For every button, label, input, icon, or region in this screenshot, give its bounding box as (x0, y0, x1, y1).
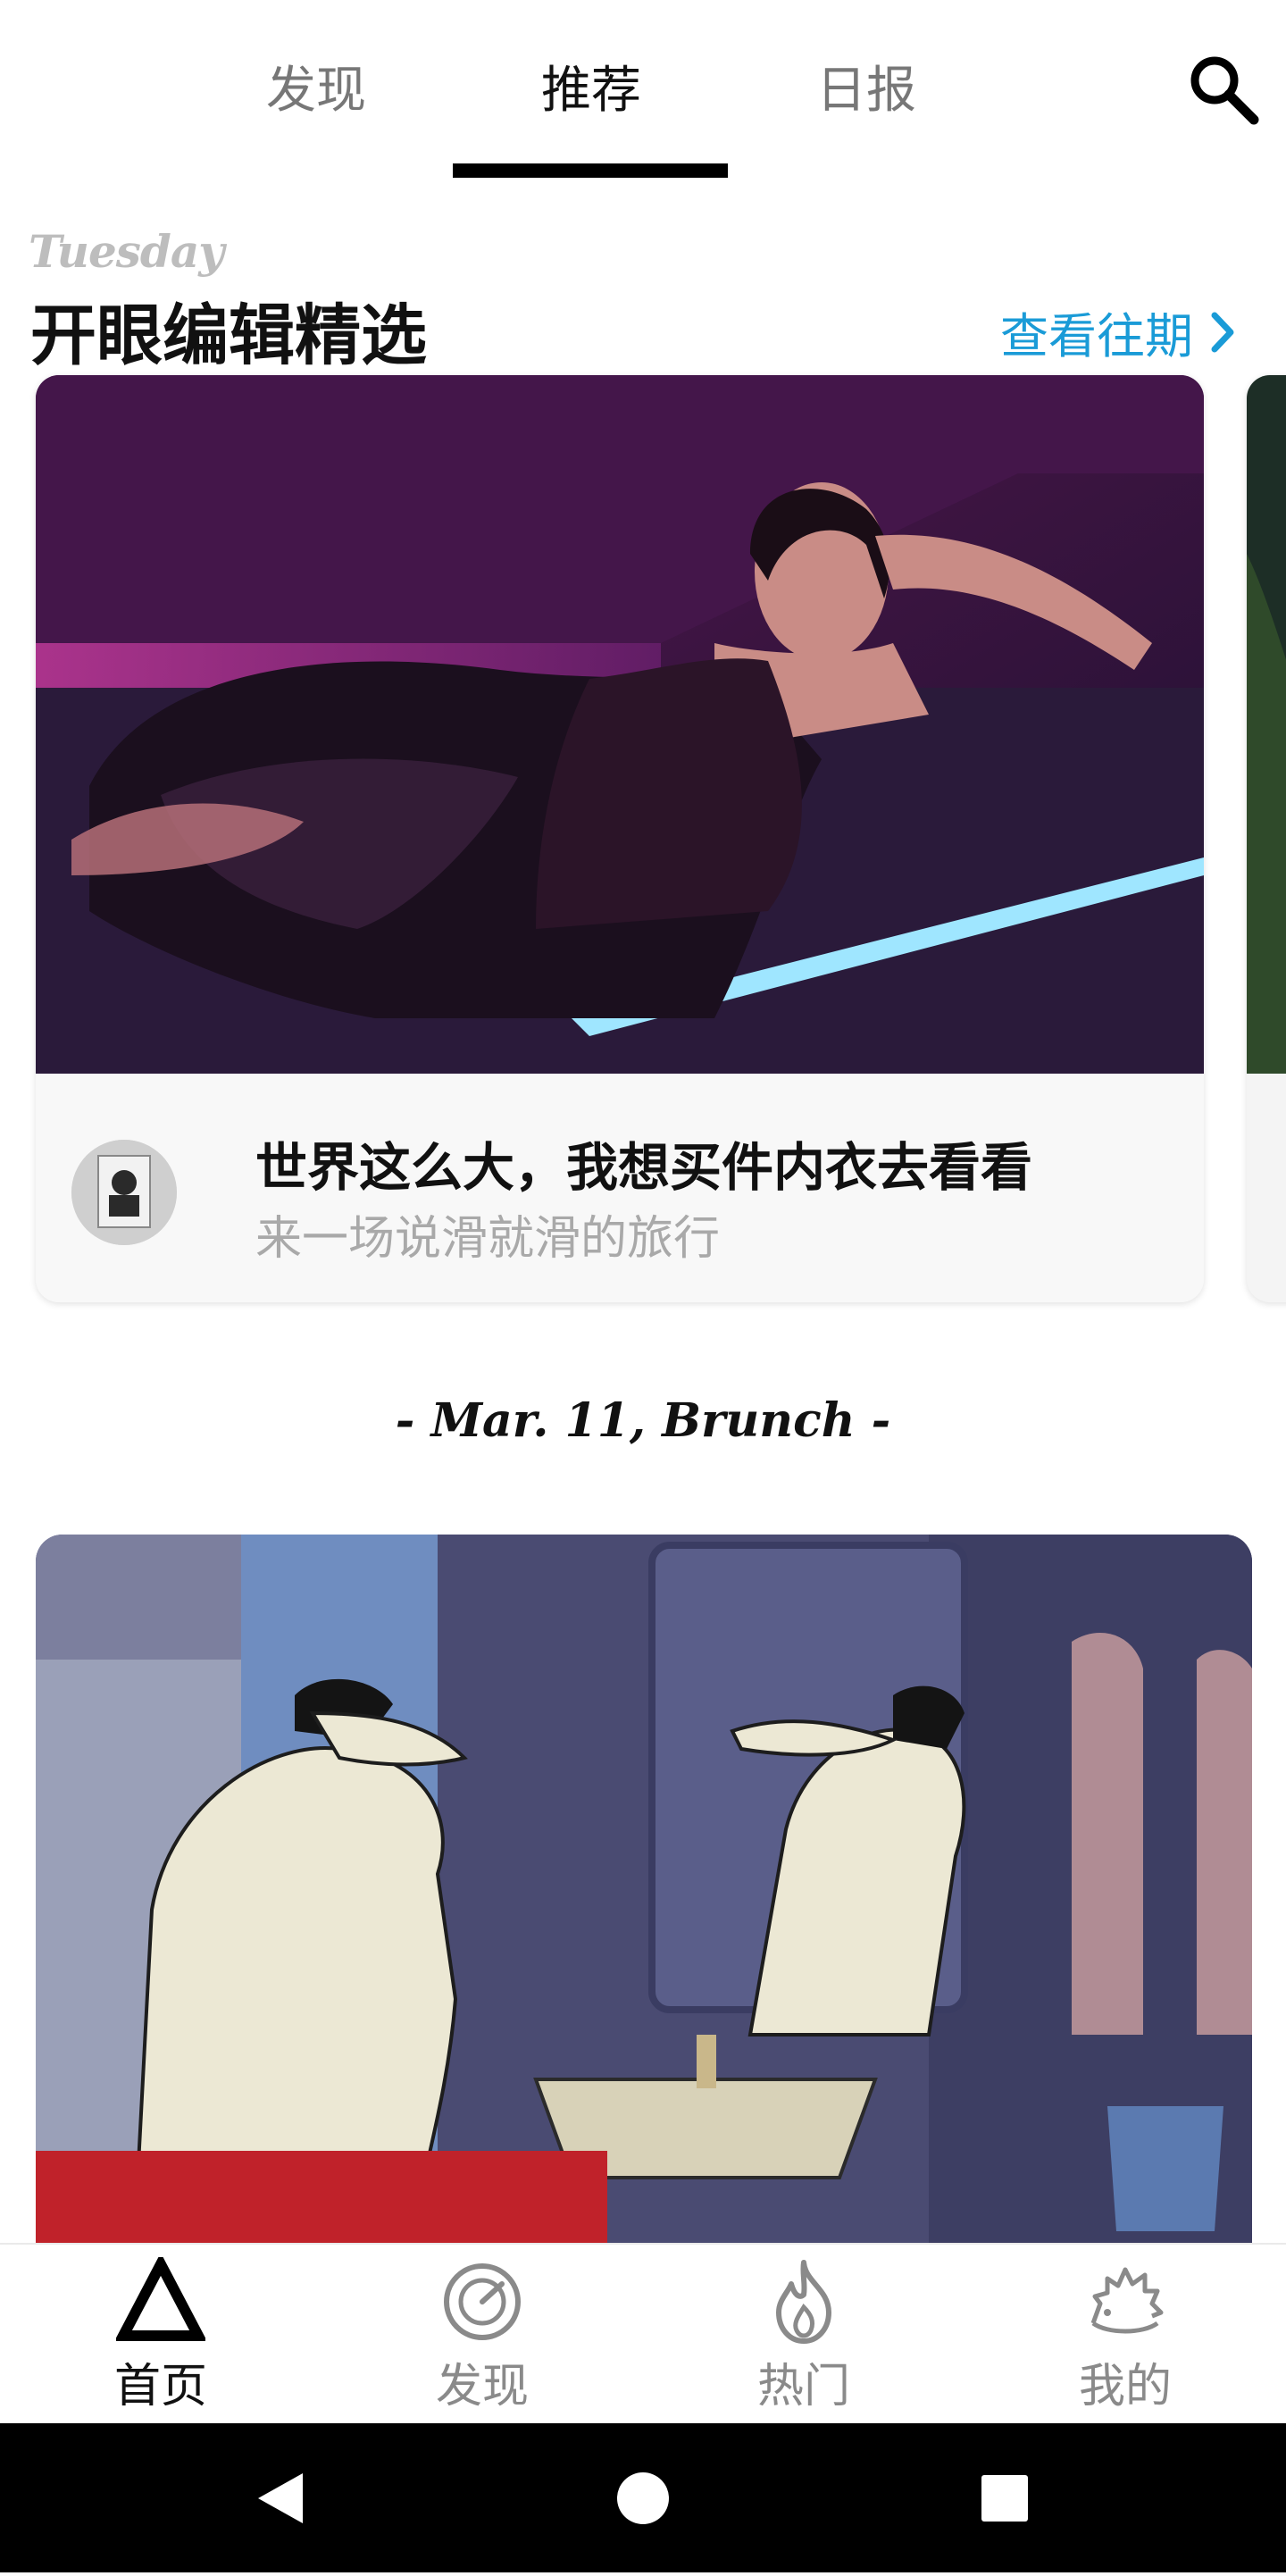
animated-video-thumbnail (36, 1535, 1252, 2249)
nav-home[interactable]: 首页 (54, 2245, 268, 2425)
next-card-thumbnail (1247, 375, 1286, 1074)
weekday-label: Tuesday (29, 225, 224, 278)
section-title: 开眼编辑精选 (30, 297, 427, 374)
video-title: 世界这么大，我想买件内衣去看看 (255, 1137, 1033, 1198)
video-subtitle: 来一场说滑就滑的旅行 (255, 1212, 721, 1266)
flame-icon (776, 2260, 831, 2344)
nav-mine[interactable]: 我的 (1018, 2245, 1232, 2425)
tab-discover[interactable]: 发现 (227, 55, 405, 127)
active-tab-indicator (453, 163, 728, 178)
system-navigation-bar (0, 2423, 1286, 2572)
nav-discover-label: 发现 (435, 2360, 529, 2413)
nav-mine-label: 我的 (1078, 2360, 1172, 2413)
nav-discover[interactable]: 发现 (375, 2245, 589, 2425)
recents-square-icon[interactable] (933, 2423, 1076, 2572)
card-info-panel: 世界这么大，我想买件内衣去看看 来一场说滑就滑的旅行 (36, 1074, 1204, 1302)
search-icon[interactable] (1184, 50, 1265, 130)
hedgehog-icon (1090, 2267, 1164, 2334)
view-history-label: 查看往期 (1000, 308, 1193, 364)
tab-recommend[interactable]: 推荐 (502, 55, 681, 127)
home-circle-icon[interactable] (572, 2423, 714, 2572)
tab-daily[interactable]: 日报 (777, 55, 956, 127)
author-avatar[interactable] (71, 1140, 177, 1245)
back-icon[interactable] (210, 2423, 353, 2572)
top-tab-bar: 发现 推荐 日报 (0, 0, 1286, 179)
chevron-right-icon (1211, 312, 1234, 352)
view-history-link[interactable]: 查看往期 (1000, 297, 1236, 367)
discover-dial-icon (444, 2263, 521, 2340)
nav-hot[interactable]: 热门 (697, 2245, 911, 2425)
home-triangle-icon (116, 2257, 205, 2341)
nav-home-label: 首页 (113, 2360, 207, 2413)
bottom-navigation: 首页 发现 热门 我的 (0, 2243, 1286, 2425)
date-divider: - Mar. 11, Brunch - (395, 1393, 891, 1448)
featured-video-card[interactable]: 世界这么大，我想买件内衣去看看 来一场说滑就滑的旅行 (36, 375, 1204, 1302)
video-thumbnail-image (36, 375, 1204, 1074)
next-card-peek[interactable] (1247, 375, 1286, 1302)
animated-video-card[interactable] (36, 1535, 1252, 2249)
nav-hot-label: 热门 (756, 2360, 850, 2413)
